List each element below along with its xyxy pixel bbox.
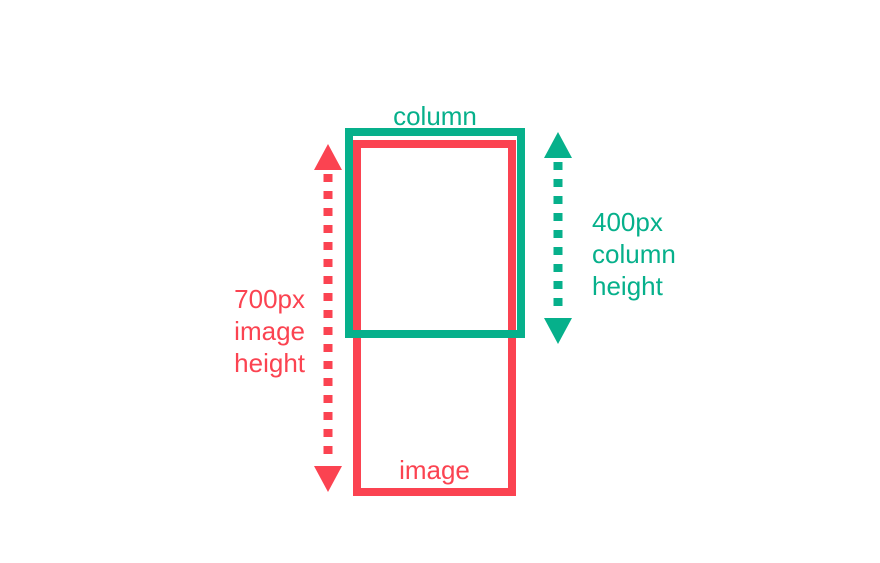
column-height-arrow-icon	[544, 132, 572, 344]
column-box-title: column	[393, 101, 477, 131]
column-height-label: 400px column height	[592, 207, 676, 301]
column-box	[345, 128, 525, 338]
image-height-arrow-icon	[314, 144, 342, 492]
image-height-label: 700px image height	[234, 284, 305, 378]
diagram-canvas: column image 400px column height 700px i…	[0, 0, 880, 563]
image-box-title: image	[399, 455, 470, 485]
